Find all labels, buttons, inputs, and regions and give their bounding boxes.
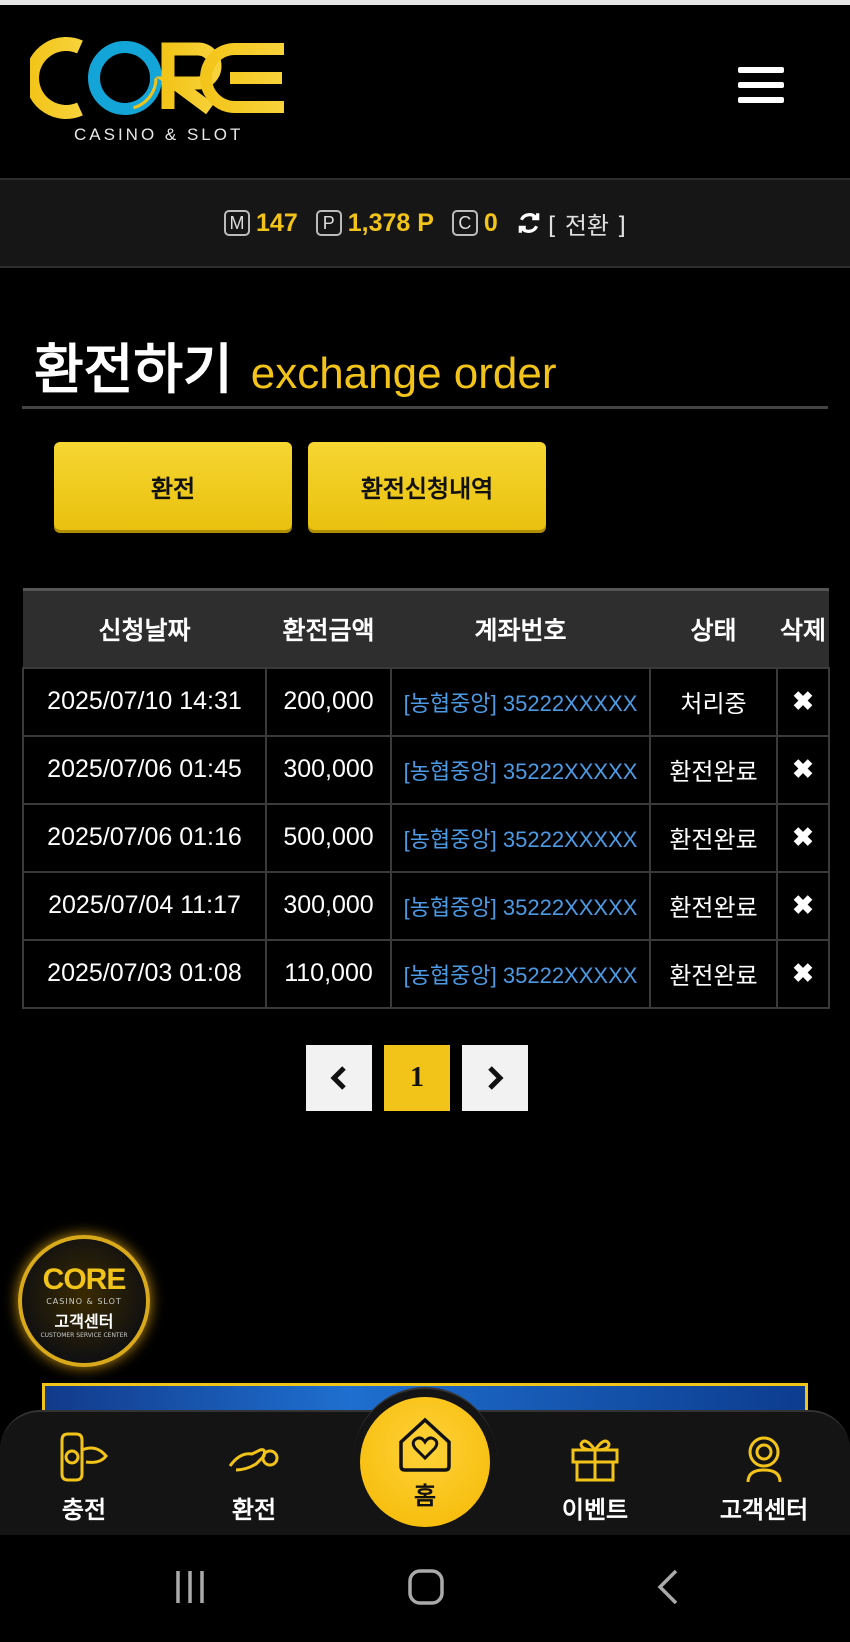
row-delete-cell: ✖ (776, 666, 830, 737)
nav-support-label: 고객센터 (719, 1496, 809, 1524)
logo-wordmark (30, 37, 284, 119)
delete-x-icon[interactable]: ✖ (792, 686, 814, 717)
header-account: 계좌번호 (474, 615, 567, 645)
cs-logo-sub: CASINO & SLOT (46, 1297, 122, 1306)
nav-home-button[interactable]: 홈 (360, 1397, 490, 1527)
table-row: 2025/07/06 01:45 300,000 [농협중앙] 35222XXX… (22, 734, 830, 805)
exchange-tab-button[interactable]: 환전 (54, 442, 292, 530)
nav-support[interactable]: 고객센터 (694, 1430, 834, 1525)
row-account: [농협중앙] 35222XXXXX (390, 734, 651, 805)
nav-deposit[interactable]: 충전 (14, 1430, 154, 1525)
header-amount: 환전금액 (282, 615, 375, 645)
row-account: [농협중앙] 35222XXXXX (390, 870, 651, 941)
exchange-history-tab-button[interactable]: 환전신청내역 (308, 442, 546, 530)
row-status: 처리중 (649, 666, 778, 737)
nav-event[interactable]: 이벤트 (525, 1430, 665, 1525)
money-value: 147 (256, 208, 298, 237)
page-title-en: exchange order (250, 349, 557, 398)
hamburger-menu-icon[interactable] (738, 67, 784, 107)
refresh-icon (518, 213, 540, 233)
delete-x-icon[interactable]: ✖ (792, 754, 814, 785)
delete-x-icon[interactable]: ✖ (792, 822, 814, 853)
home-system-icon[interactable] (406, 1567, 446, 1607)
delete-x-icon[interactable]: ✖ (792, 958, 814, 989)
prev-page-button[interactable] (306, 1045, 372, 1111)
pagination: 1 (306, 1045, 528, 1111)
customer-center-floating-button[interactable]: CORE CASINO & SLOT 고객센터 CUSTOMER SERVICE… (18, 1235, 150, 1367)
deposit-icon (60, 1432, 108, 1482)
nav-deposit-label: 충전 (61, 1496, 107, 1524)
row-amount: 300,000 (265, 870, 392, 941)
row-amount: 110,000 (265, 938, 392, 1009)
row-status: 환전완료 (649, 870, 778, 941)
recent-apps-icon[interactable] (170, 1567, 210, 1607)
cs-logo: CORE (42, 1263, 127, 1296)
row-date: 2025/07/10 14:31 (22, 666, 267, 737)
chevron-left-icon (330, 1066, 346, 1090)
nav-event-label: 이벤트 (561, 1496, 629, 1524)
exchange-hand-icon (228, 1448, 279, 1472)
header-status: 상태 (690, 615, 737, 645)
nav-exchange[interactable]: 환전 (184, 1430, 324, 1525)
title-divider (22, 406, 828, 409)
header-date: 신청날짜 (98, 615, 191, 645)
table-header-row: 신청날짜 환전금액 계좌번호 상태 삭제 (23, 589, 829, 668)
row-account: [농협중앙] 35222XXXXX (390, 938, 651, 1009)
point-value: 1,378 P (347, 208, 434, 237)
gift-icon (571, 1439, 619, 1482)
convert-button[interactable]: [ 전환 ] (516, 206, 626, 241)
table-row: 2025/07/06 01:16 500,000 [농협중앙] 35222XXX… (22, 802, 830, 873)
row-status: 환전완료 (649, 938, 778, 1009)
balance-bar: M 147 P 1,378 P C 0 [ 전환 ] (0, 178, 850, 268)
money-balance: M 147 (224, 209, 298, 238)
header: CASINO & SLOT (0, 5, 850, 178)
cs-label-en: CUSTOMER SERVICE CENTER (40, 1332, 128, 1339)
delete-x-icon[interactable]: ✖ (792, 890, 814, 921)
row-delete-cell: ✖ (776, 734, 830, 805)
page-title: 환전하기 exchange order (34, 325, 557, 404)
table-row: 2025/07/03 01:08 110,000 [농협중앙] 35222XXX… (22, 938, 830, 1009)
row-delete-cell: ✖ (776, 938, 830, 1009)
point-balance: P 1,378 P (315, 208, 434, 238)
cs-label-ko: 고객센터 (54, 1312, 114, 1331)
table-row: 2025/07/10 14:31 200,000 [농협중앙] 35222XXX… (22, 666, 830, 737)
header-delete: 삭제 (779, 615, 826, 645)
row-delete-cell: ✖ (776, 802, 830, 873)
row-amount: 500,000 (265, 802, 392, 873)
headset-icon (746, 1436, 782, 1483)
chevron-right-icon (488, 1066, 504, 1090)
core-logo[interactable]: CASINO & SLOT (30, 35, 305, 145)
row-date: 2025/07/03 01:08 (22, 938, 267, 1009)
row-delete-cell: ✖ (776, 870, 830, 941)
table-row: 2025/07/04 11:17 300,000 [농협중앙] 35222XXX… (22, 870, 830, 941)
row-account: [농협중앙] 35222XXXXX (390, 666, 651, 737)
page-title-ko: 환전하기 (34, 338, 233, 401)
logo-subtitle: CASINO & SLOT (74, 125, 244, 144)
home-heart-icon (399, 1417, 451, 1472)
row-amount: 300,000 (265, 734, 392, 805)
row-status: 환전완료 (649, 802, 778, 873)
nav-home-label: 홈 (413, 1481, 437, 1510)
back-icon[interactable] (652, 1567, 682, 1607)
money-icon: M (224, 210, 251, 236)
row-date: 2025/07/04 11:17 (22, 870, 267, 941)
coupon-icon: C (451, 210, 478, 236)
coupon-balance: C 0 (451, 208, 498, 238)
exchange-history-table: 신청날짜 환전금액 계좌번호 상태 삭제 2025/07/10 14:31 20… (22, 588, 830, 1009)
page-1-button[interactable]: 1 (384, 1045, 450, 1111)
coupon-value: 0 (483, 208, 498, 237)
convert-label: [ 전환 ] (547, 211, 626, 240)
next-page-button[interactable] (462, 1045, 528, 1111)
row-date: 2025/07/06 01:45 (22, 734, 267, 805)
android-system-bar (0, 1535, 850, 1642)
row-amount: 200,000 (265, 666, 392, 737)
row-status: 환전완료 (649, 734, 778, 805)
nav-exchange-label: 환전 (231, 1496, 277, 1524)
row-account: [농협중앙] 35222XXXXX (390, 802, 651, 873)
row-date: 2025/07/06 01:16 (22, 802, 267, 873)
point-icon: P (315, 210, 342, 236)
